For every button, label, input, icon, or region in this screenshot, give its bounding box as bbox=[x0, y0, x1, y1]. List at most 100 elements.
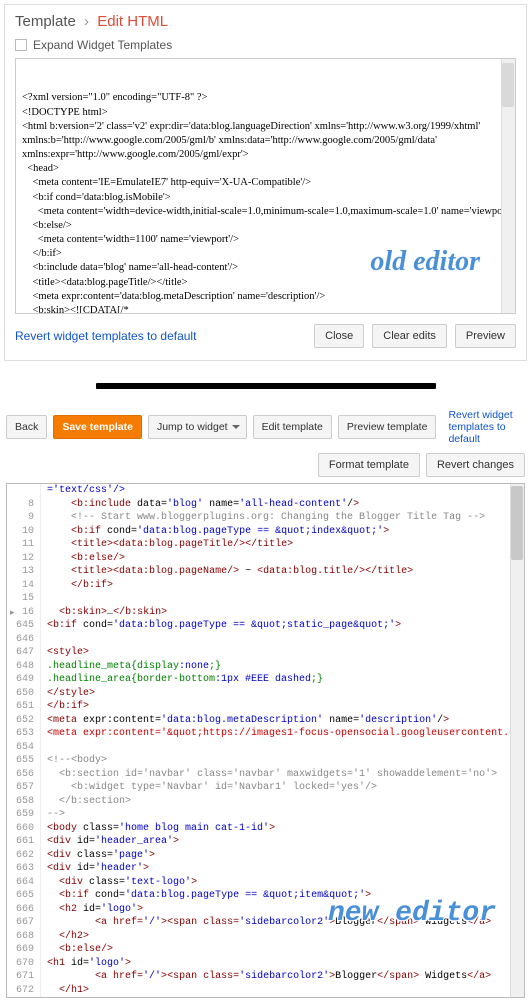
line-code[interactable] bbox=[41, 741, 524, 755]
code-line[interactable]: 654 bbox=[7, 741, 524, 755]
line-code[interactable]: </h1> bbox=[41, 984, 524, 998]
code-line[interactable]: 653<meta expr:content='&quot;https://ima… bbox=[7, 727, 524, 741]
preview-button[interactable]: Preview bbox=[455, 324, 516, 348]
save-template-button[interactable]: Save template bbox=[53, 415, 142, 439]
code-line[interactable]: 664 <div class='text-logo'> bbox=[7, 876, 524, 890]
code-line[interactable]: 8 <b:include data='blog' name='all-head-… bbox=[7, 498, 524, 512]
line-code[interactable]: <div id='header'> bbox=[41, 862, 524, 876]
code-line[interactable]: 651</b:if> bbox=[7, 700, 524, 714]
code-line[interactable]: 650</style> bbox=[7, 687, 524, 701]
line-code[interactable]: <!-- Start www.bloggerplugins.org: Chang… bbox=[41, 511, 524, 525]
new-scrollbar-track[interactable] bbox=[510, 484, 524, 997]
line-code[interactable]: <title><data:blog.pageName/> ~ <data:blo… bbox=[41, 565, 524, 579]
line-code[interactable]: <style> bbox=[41, 646, 524, 660]
line-code[interactable]: </b:section> bbox=[41, 795, 524, 809]
code-line[interactable]: 647<style> bbox=[7, 646, 524, 660]
line-code[interactable]: <b:include data='blog' name='all-head-co… bbox=[41, 498, 524, 512]
line-code[interactable]: <div id='header_area'> bbox=[41, 835, 524, 849]
line-code[interactable]: <b:if cond='data:blog.pageType == &quot;… bbox=[41, 619, 524, 633]
code-line[interactable]: 16 <b:skin>…</b:skin> bbox=[7, 606, 524, 620]
line-code[interactable]: <meta expr:content='data:blog.metaDescri… bbox=[41, 714, 524, 728]
line-number: 660 bbox=[7, 822, 41, 836]
new-code-editor[interactable]: ='text/css'/>8 <b:include data='blog' na… bbox=[6, 483, 525, 998]
code-line[interactable]: 13 <title><data:blog.pageName/> ~ <data:… bbox=[7, 565, 524, 579]
line-number: 649 bbox=[7, 673, 41, 687]
scrollbar-thumb[interactable] bbox=[502, 63, 514, 107]
clear-edits-button[interactable]: Clear edits bbox=[372, 324, 447, 348]
line-code[interactable]: <b:else/> bbox=[41, 552, 524, 566]
line-code[interactable]: <meta expr:content='&quot;https://images… bbox=[41, 727, 524, 741]
breadcrumb-separator: › bbox=[84, 13, 89, 30]
line-code[interactable]: .headline_meta{display:none;} bbox=[41, 660, 524, 674]
line-code[interactable]: </b:if> bbox=[41, 700, 524, 714]
code-line[interactable]: 652<meta expr:content='data:blog.metaDes… bbox=[7, 714, 524, 728]
code-line[interactable]: 14 </b:if> bbox=[7, 579, 524, 593]
code-line[interactable]: 660<body class='home blog main cat-1-id'… bbox=[7, 822, 524, 836]
format-template-button[interactable]: Format template bbox=[318, 453, 420, 477]
code-line[interactable]: 656 <b:section id='navbar' class='navbar… bbox=[7, 768, 524, 782]
code-line[interactable]: 661<div id='header_area'> bbox=[7, 835, 524, 849]
code-line[interactable]: 671 <a href='/'><span class='sidebarcolo… bbox=[7, 970, 524, 984]
line-code[interactable]: .headline_area{border-bottom:1px #EEE da… bbox=[41, 673, 524, 687]
line-code[interactable]: <b:widget type='Navbar' id='Navbar1' loc… bbox=[41, 781, 524, 795]
line-code[interactable]: <div class='page'> bbox=[41, 849, 524, 863]
code-line[interactable]: 672 </h1> bbox=[7, 984, 524, 998]
code-line[interactable]: 10 <b:if cond='data:blog.pageType == &qu… bbox=[7, 525, 524, 539]
line-code[interactable]: </b:if> bbox=[41, 579, 524, 593]
line-code[interactable]: <!--<body> bbox=[41, 754, 524, 768]
scrollbar-track[interactable] bbox=[501, 59, 515, 313]
code-line[interactable]: 648.headline_meta{display:none;} bbox=[7, 660, 524, 674]
line-code[interactable]: </style> bbox=[41, 687, 524, 701]
code-line[interactable]: 655<!--<body> bbox=[7, 754, 524, 768]
line-number: 661 bbox=[7, 835, 41, 849]
code-line[interactable]: 659--> bbox=[7, 808, 524, 822]
revert-widget-link[interactable]: Revert widget templates to default bbox=[15, 329, 196, 343]
line-code[interactable]: <b:skin>…</b:skin> bbox=[41, 606, 524, 620]
back-button[interactable]: Back bbox=[6, 415, 47, 439]
line-code[interactable]: ='text/css'/> bbox=[41, 484, 524, 498]
line-code[interactable]: <title><data:blog.pageTitle/></title> bbox=[41, 538, 524, 552]
line-code[interactable] bbox=[41, 633, 524, 647]
jump-to-widget-dropdown[interactable]: Jump to widget bbox=[148, 415, 247, 439]
expand-widget-row[interactable]: Expand Widget Templates bbox=[15, 38, 516, 52]
preview-template-button[interactable]: Preview template bbox=[338, 415, 437, 439]
fold-icon[interactable]: ▸ bbox=[10, 607, 15, 619]
code-line[interactable]: 670<h1 id='logo'> bbox=[7, 957, 524, 971]
code-line[interactable]: 15 bbox=[7, 592, 524, 606]
expand-label: Expand Widget Templates bbox=[33, 38, 172, 52]
close-button[interactable]: Close bbox=[314, 324, 364, 348]
expand-checkbox[interactable] bbox=[15, 39, 27, 51]
code-line[interactable]: 662<div class='page'> bbox=[7, 849, 524, 863]
code-line[interactable]: 669 <b:else/> bbox=[7, 943, 524, 957]
revert-widget-templates-link[interactable]: Revert widget templates to default bbox=[448, 409, 525, 445]
line-code[interactable]: <body class='home blog main cat-1-id'> bbox=[41, 822, 524, 836]
line-code[interactable]: --> bbox=[41, 808, 524, 822]
edit-template-button[interactable]: Edit template bbox=[253, 415, 332, 439]
line-code[interactable]: <b:if cond='data:blog.pageType == &quot;… bbox=[41, 525, 524, 539]
breadcrumb-root[interactable]: Template bbox=[15, 13, 76, 30]
new-sub-toolbar: Format template Revert changes bbox=[0, 449, 531, 483]
code-line[interactable]: 657 <b:widget type='Navbar' id='Navbar1'… bbox=[7, 781, 524, 795]
code-line[interactable]: 11 <title><data:blog.pageTitle/></title> bbox=[7, 538, 524, 552]
code-line[interactable]: 646 bbox=[7, 633, 524, 647]
line-number: 9 bbox=[7, 511, 41, 525]
line-code[interactable]: <h1 id='logo'> bbox=[41, 957, 524, 971]
code-line[interactable]: 645<b:if cond='data:blog.pageType == &qu… bbox=[7, 619, 524, 633]
revert-changes-button[interactable]: Revert changes bbox=[426, 453, 525, 477]
code-line[interactable]: 658 </b:section> bbox=[7, 795, 524, 809]
section-divider bbox=[96, 383, 436, 389]
line-code[interactable]: <b:section id='navbar' class='navbar' ma… bbox=[41, 768, 524, 782]
code-line[interactable]: 9 <!-- Start www.bloggerplugins.org: Cha… bbox=[7, 511, 524, 525]
line-code[interactable]: <a href='/'><span class='sidebarcolor2'>… bbox=[41, 970, 524, 984]
code-line[interactable]: 649.headline_area{border-bottom:1px #EEE… bbox=[7, 673, 524, 687]
code-line[interactable]: 12 <b:else/> bbox=[7, 552, 524, 566]
new-scrollbar-thumb[interactable] bbox=[511, 486, 523, 560]
line-code[interactable] bbox=[41, 592, 524, 606]
code-line[interactable]: ='text/css'/> bbox=[7, 484, 524, 498]
line-code[interactable]: <div class='text-logo'> bbox=[41, 876, 524, 890]
line-code[interactable]: <b:else/> bbox=[41, 943, 524, 957]
old-code-textarea[interactable]: <?xml version="1.0" encoding="UTF-8" ?> … bbox=[15, 58, 516, 314]
line-number: 653 bbox=[7, 727, 41, 741]
line-number: 657 bbox=[7, 781, 41, 795]
code-line[interactable]: 663<div id='header'> bbox=[7, 862, 524, 876]
